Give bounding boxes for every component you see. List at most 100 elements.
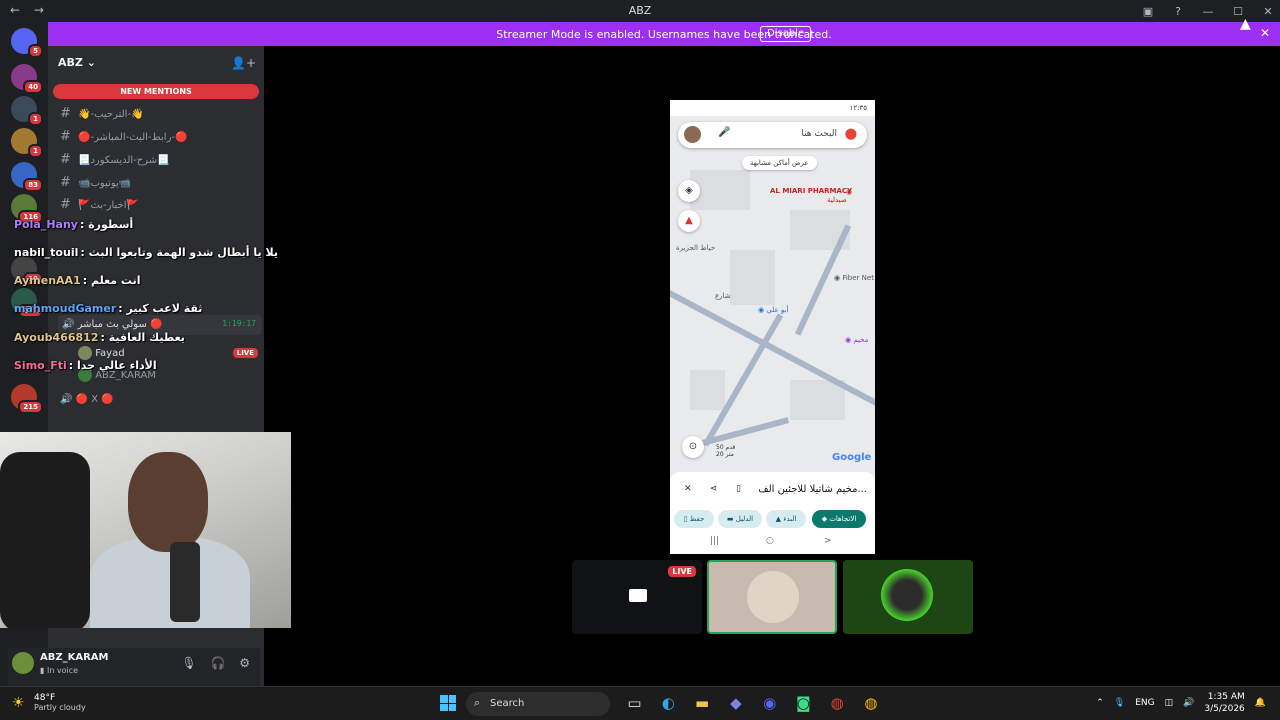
avatar[interactable]	[12, 652, 34, 674]
webcam-overlay	[0, 432, 291, 628]
user-panel: ABZ_KARAM ▮ In voice 🎙 🎧 ⚙	[8, 648, 260, 686]
server-icon[interactable]: 116	[11, 194, 43, 224]
layers-icon[interactable]: ◈	[678, 180, 700, 202]
banner-close-icon[interactable]: ✕	[1260, 26, 1270, 40]
camp-label[interactable]: ◉ مخيم	[845, 336, 868, 344]
channel-item[interactable]: # 🔴-رابط-البث-المباشر-🔴	[60, 129, 187, 144]
participant-tile[interactable]	[843, 560, 973, 634]
server-icon[interactable]: 215	[11, 384, 43, 414]
system-tray: ⌃ 🎙 ENG ◫ 🔊 1:35 AM 3/5/2026 🔔	[1086, 691, 1266, 715]
home-nav-icon[interactable]: ○	[766, 536, 774, 546]
start-button[interactable]: ▲ البدء	[766, 510, 806, 528]
guide-button[interactable]: ▬ الدليل	[718, 510, 762, 528]
microphone-icon[interactable]: 🎤	[718, 127, 730, 138]
fiber-net-label[interactable]: ◉ Fiber Net	[834, 274, 874, 282]
language-indicator[interactable]: ENG	[1135, 698, 1154, 708]
channel-item[interactable]: # 👋-الترحيب-👋	[60, 106, 144, 121]
hash-icon: #	[60, 106, 71, 121]
channel-item[interactable]: # 📹يوتيوب📹	[60, 175, 131, 190]
live-badge: LIVE	[232, 348, 258, 358]
microphone-icon[interactable]: 🎙	[181, 656, 196, 670]
bookmark-icon[interactable]: ▯	[736, 484, 741, 494]
stream-tile[interactable]: LIVE	[572, 560, 702, 634]
teams-icon[interactable]: ◆	[721, 694, 750, 712]
server-badge: 215	[18, 400, 43, 414]
help-icon[interactable]: ?	[1166, 5, 1190, 18]
map-block	[690, 370, 725, 410]
save-button[interactable]: ▯ حفظ	[674, 510, 714, 528]
file-explorer-icon[interactable]: ▬	[688, 694, 717, 712]
volume-icon[interactable]: 🔊	[1183, 698, 1194, 708]
chevron-up-icon[interactable]: ⌃	[1096, 698, 1104, 708]
recents-nav-icon[interactable]: |||	[710, 536, 719, 546]
hash-icon: #	[60, 197, 71, 212]
discord-icon[interactable]: ◉	[755, 694, 784, 712]
pharmacy-pin-icon[interactable]: ◉	[846, 188, 852, 196]
chrome-icon[interactable]: ◍	[823, 694, 852, 712]
notification-bell-icon[interactable]: 🔔	[1255, 698, 1266, 708]
place-sheet: مخيم شاتيلا للاجئين الف... ✕ ⋖ ▯ ◆ الاتج…	[670, 472, 875, 554]
discord-home-icon[interactable]: 5	[11, 28, 43, 58]
server-icon[interactable]: 40	[11, 64, 43, 94]
chat-message: Ayoub466812: يعطيك العافية	[14, 331, 185, 344]
maps-search-bar[interactable]: 🎤 البحث هنا ⬤	[678, 122, 867, 148]
weather-widget[interactable]: ☀ 48°F Partly cloudy	[12, 693, 86, 712]
directions-button[interactable]: ◆ الاتجاهات	[812, 510, 866, 528]
server-icon[interactable]: 1	[11, 128, 43, 158]
place-title: مخيم شاتيلا للاجئين الف...	[758, 484, 867, 495]
headphones-icon[interactable]: 🎧	[210, 656, 225, 670]
close-icon[interactable]: ✕	[684, 484, 692, 494]
search-icon: ⌕	[474, 696, 481, 709]
channel-item[interactable]: # 📃شرح-الديسكورد📃	[60, 152, 170, 167]
monitor-icon	[629, 589, 647, 602]
place-label[interactable]: ◉ أبو علي	[758, 306, 788, 314]
screen-share-icon[interactable]: ▣	[1136, 5, 1160, 18]
guild-name[interactable]: ABZ ⌄	[58, 56, 96, 69]
avatar	[747, 571, 799, 623]
taskbar-search[interactable]: ⌕ Search	[466, 692, 610, 716]
microphone-icon[interactable]: 🎙	[1114, 698, 1125, 708]
voice-timer: 1:19:17	[222, 319, 256, 328]
channel-item[interactable]: # 🚩اخبار-بث🚩	[60, 197, 139, 212]
share-icon[interactable]: ⋖	[710, 484, 718, 494]
back-nav-icon[interactable]: >	[824, 536, 832, 546]
map-road	[690, 417, 790, 449]
disable-button[interactable]: Disable	[760, 26, 812, 42]
similar-places-chip[interactable]: عرض أماكن مشابهة	[742, 156, 817, 170]
chat-message: mahmoudGamer: ثقة لاعب كبير	[14, 302, 203, 315]
window-titlebar: ← → ABZ ▣ ? — ☐ ✕	[0, 0, 1280, 22]
minimize-button[interactable]: —	[1196, 5, 1220, 18]
app-icon[interactable]: ◙	[789, 694, 818, 712]
pharmacy-label[interactable]: AL MIARI PHARMACY	[770, 187, 852, 195]
task-view-icon[interactable]: ▭	[620, 694, 649, 712]
new-mentions-pill[interactable]: NEW MENTIONS	[53, 84, 259, 99]
network-icon[interactable]: ◫	[1165, 698, 1174, 708]
phone-screen-stream[interactable]: ١٢:٣٥ 🎤 البحث هنا ⬤ عرض أماكن مشابهة ◈ ▲…	[670, 100, 875, 554]
voice-channel-item[interactable]: 🔊 🔴 X 🔴	[60, 394, 114, 405]
voice-member[interactable]: Fayad	[78, 346, 125, 360]
search-placeholder: البحث هنا	[801, 129, 837, 139]
compass-icon[interactable]: ▲	[678, 210, 700, 232]
edge-icon[interactable]: ◐	[654, 694, 683, 712]
clock[interactable]: 1:35 AM 3/5/2026	[1204, 691, 1244, 715]
map-block	[790, 380, 845, 420]
hash-icon: #	[60, 129, 71, 144]
settings-gear-icon[interactable]: ⚙	[239, 656, 250, 670]
chrome-icon[interactable]: ◍	[856, 694, 885, 712]
server-icon[interactable]: 1	[11, 96, 43, 126]
server-badge: 1	[28, 144, 43, 158]
close-button[interactable]: ✕	[1256, 5, 1280, 18]
server-badge: 1	[28, 112, 43, 126]
speaker-icon: 🔊	[62, 319, 75, 330]
avatar[interactable]	[684, 126, 701, 143]
server-badge: 5	[28, 44, 43, 58]
participant-tile[interactable]	[707, 560, 837, 634]
windows-taskbar: ☀ 48°F Partly cloudy ⌕ Search ▭ ◐ ▬ ◆ ◉ …	[0, 686, 1280, 720]
streamer-mode-banner: Streamer Mode is enabled. Usernames have…	[48, 22, 1280, 46]
map-scale: 50 قدم 20 متر	[716, 444, 736, 458]
start-button[interactable]	[440, 695, 456, 711]
add-member-icon[interactable]: 👤+	[231, 56, 256, 70]
chat-message: Simo_Fti: الأداء عالي جدا	[14, 359, 157, 372]
my-location-icon[interactable]: ⊙	[682, 436, 704, 458]
server-icon[interactable]: 83	[11, 162, 43, 192]
